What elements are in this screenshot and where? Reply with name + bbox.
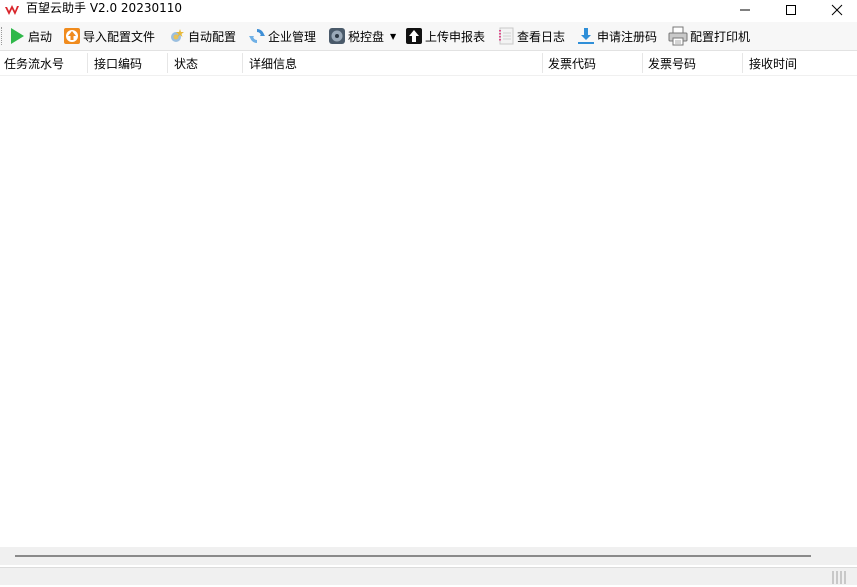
column-header-interface-code[interactable]: 接口编码	[94, 51, 142, 75]
import-config-label: 导入配置文件	[83, 29, 156, 44]
column-header-task-serial[interactable]: 任务流水号	[4, 51, 64, 75]
minimize-icon	[739, 4, 751, 16]
tax-disk-dropdown-button[interactable]: 税控盘 ▼	[328, 24, 396, 48]
app-logo-icon	[4, 3, 20, 19]
import-config-button[interactable]: 导入配置文件	[63, 24, 155, 48]
auto-config-label: 自动配置	[188, 29, 237, 44]
close-icon	[831, 4, 843, 16]
column-header-received-time[interactable]: 接收时间	[749, 51, 797, 75]
auto-config-button[interactable]: 自动配置	[168, 24, 236, 48]
column-divider[interactable]	[542, 53, 543, 73]
chevron-down-icon: ▼	[390, 31, 397, 41]
maximize-icon	[785, 4, 797, 16]
view-log-button[interactable]: 查看日志	[497, 24, 565, 48]
apply-reg-code-button[interactable]: 申请注册码	[577, 24, 657, 48]
task-table[interactable]: 任务流水号 接口编码 状态 详细信息 发票代码 发票号码 接收时间	[0, 51, 857, 547]
notebook-icon	[497, 27, 515, 45]
title-bar: 百望云助手 V2.0 20230110	[0, 0, 857, 22]
apply-reg-code-label: 申请注册码	[597, 29, 658, 44]
start-button[interactable]: 启动	[8, 24, 52, 48]
close-button[interactable]	[814, 0, 857, 20]
column-divider[interactable]	[167, 53, 168, 73]
view-log-label: 查看日志	[517, 29, 566, 44]
enterprise-manage-label: 企业管理	[268, 29, 317, 44]
toolbar: 启动 导入配置文件 自动配置 企业管理 税控盘 ▼ 上传申报表 查看日志 申请注…	[0, 22, 857, 51]
upload-declaration-label: 上传申报表	[425, 29, 486, 44]
play-icon	[8, 27, 26, 45]
wizard-icon	[168, 27, 186, 45]
column-divider[interactable]	[242, 53, 243, 73]
column-divider[interactable]	[642, 53, 643, 73]
column-header-details[interactable]: 详细信息	[249, 51, 297, 75]
config-printer-button[interactable]: 配置打印机	[668, 24, 750, 48]
resize-grip-icon[interactable]	[831, 570, 847, 584]
refresh-icon	[248, 27, 266, 45]
status-bar	[0, 567, 857, 585]
column-header-invoice-code[interactable]: 发票代码	[548, 51, 596, 75]
toolbar-grip[interactable]	[1, 27, 4, 45]
column-divider[interactable]	[87, 53, 88, 73]
upload-declaration-button[interactable]: 上传申报表	[405, 24, 485, 48]
disk-icon	[328, 27, 346, 45]
column-header-status[interactable]: 状态	[174, 51, 198, 75]
start-label: 启动	[28, 29, 53, 44]
import-file-icon	[63, 27, 81, 45]
printer-icon	[668, 26, 688, 46]
horizontal-scrollbar[interactable]	[0, 547, 857, 565]
minimize-button[interactable]	[722, 0, 768, 20]
scrollbar-thumb[interactable]	[15, 555, 811, 557]
upload-icon	[405, 27, 423, 45]
download-icon	[577, 27, 595, 45]
maximize-button[interactable]	[768, 0, 814, 20]
enterprise-manage-button[interactable]: 企业管理	[248, 24, 316, 48]
table-header: 任务流水号 接口编码 状态 详细信息 发票代码 发票号码 接收时间	[0, 51, 857, 76]
tax-disk-label: 税控盘	[348, 29, 385, 44]
config-printer-label: 配置打印机	[690, 29, 751, 44]
column-header-invoice-number[interactable]: 发票号码	[648, 51, 696, 75]
window-title: 百望云助手 V2.0 20230110	[26, 1, 183, 15]
column-divider[interactable]	[742, 53, 743, 73]
